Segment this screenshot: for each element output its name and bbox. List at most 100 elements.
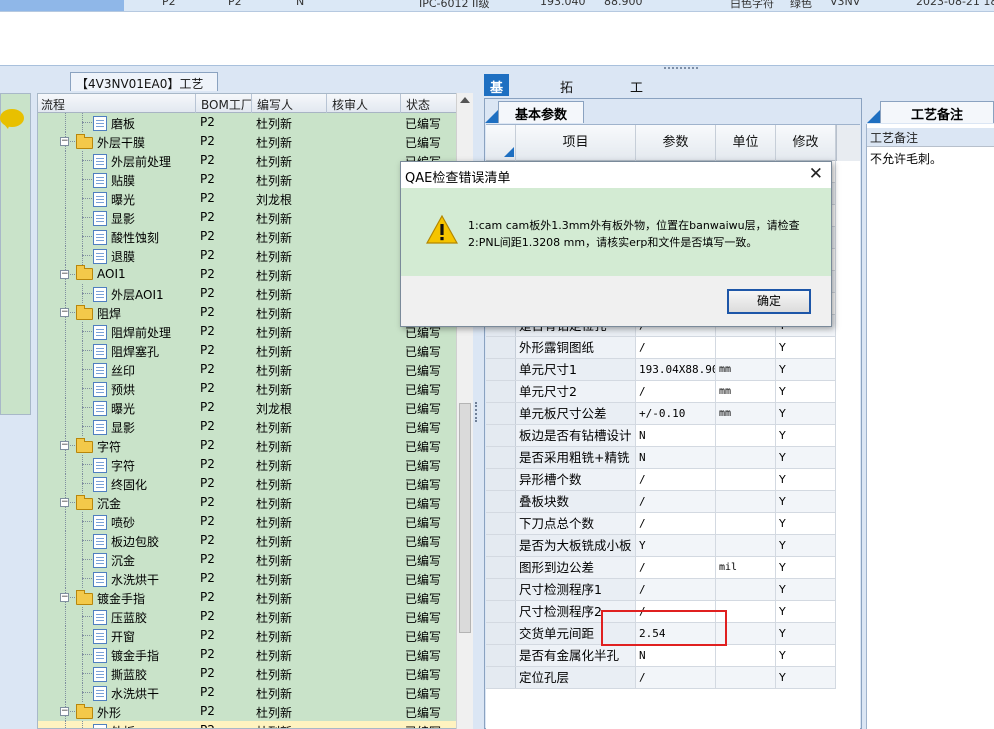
dialog-titlebar[interactable]: QAE检查错误清单 ✕ (401, 162, 831, 188)
row-indicator[interactable] (486, 403, 516, 424)
tree-step-node[interactable]: 丝印 (93, 362, 135, 379)
row-indicator[interactable] (486, 535, 516, 556)
row-indicator[interactable] (486, 623, 516, 644)
collapse-toggle-icon[interactable]: − (60, 441, 69, 450)
tree-group-node[interactable]: 镀金手指 (76, 589, 145, 607)
collapse-toggle-icon[interactable]: − (60, 270, 69, 279)
param-cell-modify[interactable]: Y (776, 535, 836, 556)
tree-row[interactable]: 外层AOI1P2杜列新已编写 (38, 284, 456, 303)
param-cell-modify[interactable]: Y (776, 359, 836, 380)
param-cell-item[interactable]: 单元尺寸2 (516, 381, 636, 402)
param-cell-param[interactable]: 193.04X88.90 (636, 359, 716, 380)
param-cell-item[interactable]: 是否采用粗铣+精铣 (516, 447, 636, 468)
top-list-row[interactable]: P2 P2 N IPC-6012 II级 193.040 88.900 白色字符 绿色 V3NV… (0, 0, 994, 12)
tree-row[interactable]: 外板 P2 杜列新 已编写 (38, 721, 456, 728)
param-cell-unit[interactable] (716, 513, 776, 534)
tree-row[interactable]: 酸性蚀刻P2杜列新已编写 (38, 227, 456, 246)
param-cell-param[interactable]: N (636, 447, 716, 468)
tree-row[interactable]: 显影P2杜列新已编写 (38, 417, 456, 436)
close-icon[interactable]: ✕ (809, 165, 823, 183)
header-param[interactable]: 参数 (636, 125, 716, 161)
param-cell-item[interactable]: 外形露铜图纸 (516, 337, 636, 358)
param-row[interactable]: 是否为大板铣成小板 Y Y (486, 535, 836, 557)
tree-step-node[interactable]: 板边包胶 (93, 533, 159, 550)
tree-step-node[interactable]: 开窗 (93, 628, 135, 645)
param-cell-unit[interactable] (716, 667, 776, 688)
splitter-grip-icon[interactable] (475, 402, 480, 422)
param-cell-modify[interactable]: Y (776, 645, 836, 666)
tree-step-node[interactable]: 压蓝胶 (93, 609, 147, 626)
param-cell-item[interactable]: 尺寸检测程序1 (516, 579, 636, 600)
param-cell-param[interactable]: N (636, 645, 716, 666)
tree-step-node[interactable]: 酸性蚀刻 (93, 229, 159, 246)
tree-step-node[interactable]: 水洗烘干 (93, 571, 159, 588)
param-cell-unit[interactable]: mm (716, 381, 776, 402)
grid-scrollbar[interactable] (836, 125, 860, 161)
param-cell-item[interactable]: 叠板块数 (516, 491, 636, 512)
tree-step-node[interactable]: 曝光 (93, 191, 135, 208)
param-row[interactable]: 尺寸检测程序1/ Y (486, 579, 836, 601)
tree-row[interactable]: − 字符 P2 杜列新 已编写 (38, 436, 456, 455)
tree-row[interactable]: 阻焊前处理 P2 杜列新 已编写 (38, 322, 456, 341)
param-cell-item[interactable]: 单元板尺寸公差 (516, 403, 636, 424)
tree-row[interactable]: 贴膜P2杜列新已编写 (38, 170, 456, 189)
param-cell-modify[interactable]: Y (776, 381, 836, 402)
param-cell-param[interactable]: / (636, 381, 716, 402)
param-cell-param[interactable]: / (636, 557, 716, 578)
tree-row[interactable]: 沉金 P2 杜列新 已编写 (38, 550, 456, 569)
param-cell-param[interactable]: / (636, 513, 716, 534)
tree-row[interactable]: 水洗烘干 P2 杜列新 已编写 (38, 569, 456, 588)
tree-row[interactable]: 板边包胶 P2 杜列新 已编写 (38, 531, 456, 550)
param-cell-param[interactable]: +/-0.10 (636, 403, 716, 424)
tree-step-node[interactable]: 预烘 (93, 381, 135, 398)
param-cell-unit[interactable] (716, 491, 776, 512)
tree-row[interactable]: 字符 P2 杜列新 已编写 (38, 455, 456, 474)
row-indicator[interactable] (486, 381, 516, 402)
param-cell-modify[interactable]: Y (776, 469, 836, 490)
collapse-toggle-icon[interactable]: − (60, 308, 69, 317)
param-cell-item[interactable]: 是否为大板铣成小板 (516, 535, 636, 556)
row-indicator[interactable] (486, 645, 516, 666)
tree-group-node[interactable]: 外形 (76, 703, 121, 721)
param-cell-modify[interactable]: Y (776, 557, 836, 578)
param-row[interactable]: 单元尺寸1 193.04X88.90 mm Y (486, 359, 836, 381)
row-indicator[interactable] (486, 667, 516, 688)
param-cell-modify[interactable]: Y (776, 579, 836, 600)
collapse-toggle-icon[interactable]: − (60, 137, 69, 146)
param-cell-modify[interactable]: Y (776, 491, 836, 512)
param-row[interactable]: 单元板尺寸公差 +/-0.10 mm Y (486, 403, 836, 425)
tree-row[interactable]: 丝印 P2 杜列新 已编写 (38, 360, 456, 379)
header-modify[interactable]: 修改 (776, 125, 836, 161)
tree-step-node[interactable]: 阻焊前处理 (93, 324, 171, 341)
tree-row[interactable]: 显影P2杜列新已编写 (38, 208, 456, 227)
tab-extended-info[interactable]: 拓展信息 (554, 74, 579, 153)
tree-group-node[interactable]: 字符 (76, 437, 121, 455)
tree-step-node[interactable]: 喷砂 (93, 514, 135, 531)
tree-step-node[interactable]: 磨板 (93, 115, 135, 132)
param-row[interactable]: 是否有金属化半孔 N Y (486, 645, 836, 667)
header-flow[interactable]: 流程 (41, 96, 65, 113)
tree-row[interactable]: 预烘 P2 杜列新 已编写 (38, 379, 456, 398)
collapse-toggle-icon[interactable]: − (60, 707, 69, 716)
row-indicator[interactable] (486, 557, 516, 578)
param-cell-item[interactable]: 定位孔层 (516, 667, 636, 688)
param-cell-unit[interactable]: mil (716, 557, 776, 578)
param-cell-item[interactable]: 图形到边公差 (516, 557, 636, 578)
param-cell-item[interactable]: 板边是否有钻槽设计 (516, 425, 636, 446)
tree-row[interactable]: 开窗 P2 杜列新 已编写 (38, 626, 456, 645)
tree-row[interactable]: 磨板 P2 杜列新 已编写 (38, 113, 456, 132)
param-row[interactable]: 定位孔层 / Y (486, 667, 836, 689)
header-status[interactable]: 状态 (406, 96, 430, 113)
param-cell-param[interactable]: Y (636, 535, 716, 556)
param-cell-unit[interactable] (716, 645, 776, 666)
param-cell-item[interactable]: 下刀点总个数 (516, 513, 636, 534)
param-row[interactable]: 异形槽个数 / Y (486, 469, 836, 491)
param-cell-modify[interactable]: Y (776, 447, 836, 468)
tree-step-node[interactable]: 外层AOI1 (93, 286, 164, 303)
header-writer[interactable]: 编写人 (257, 96, 293, 113)
param-cell-param[interactable]: / (636, 491, 716, 512)
param-cell-param[interactable]: / (636, 579, 716, 600)
row-indicator[interactable] (486, 469, 516, 490)
param-cell-modify[interactable]: Y (776, 337, 836, 358)
header-unit[interactable]: 单位 (716, 125, 776, 161)
